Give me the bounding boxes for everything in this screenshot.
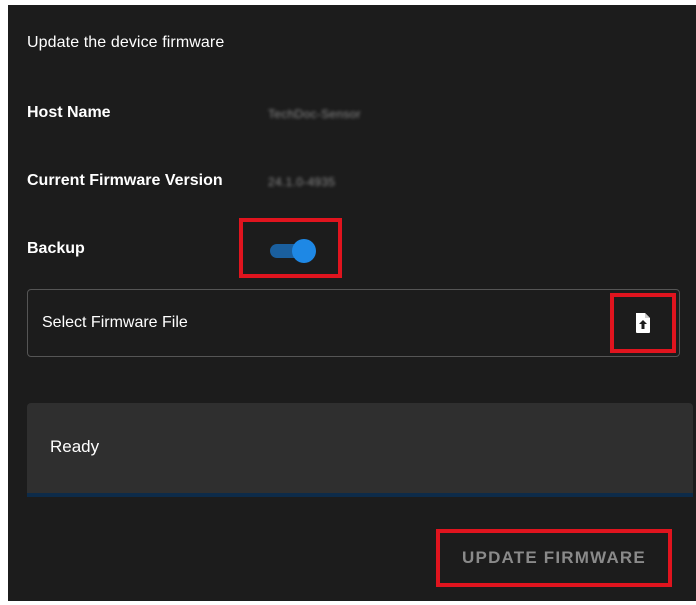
- status-area: Ready: [27, 403, 693, 497]
- progress-bar: [27, 493, 693, 497]
- firmware-version-label: Current Firmware Version: [27, 172, 223, 189]
- backup-toggle-knob: [292, 239, 316, 263]
- backup-toggle[interactable]: [268, 237, 316, 265]
- firmware-file-selector[interactable]: Select Firmware File: [27, 289, 680, 357]
- firmware-version-value: 24.1.0-4935: [268, 175, 336, 189]
- host-name-value: TechDoc-Sensor: [268, 107, 361, 121]
- status-text: Ready: [50, 437, 100, 456]
- host-name-label: Host Name: [27, 104, 111, 121]
- firmware-update-panel: Update the device firmware Host Name Tec…: [8, 5, 696, 601]
- file-upload-icon[interactable]: [632, 312, 654, 334]
- update-firmware-button[interactable]: UPDATE FIRMWARE: [440, 535, 668, 581]
- firmware-file-label: Select Firmware File: [42, 314, 188, 331]
- backup-label: Backup: [27, 240, 85, 257]
- panel-title: Update the device firmware: [27, 34, 225, 51]
